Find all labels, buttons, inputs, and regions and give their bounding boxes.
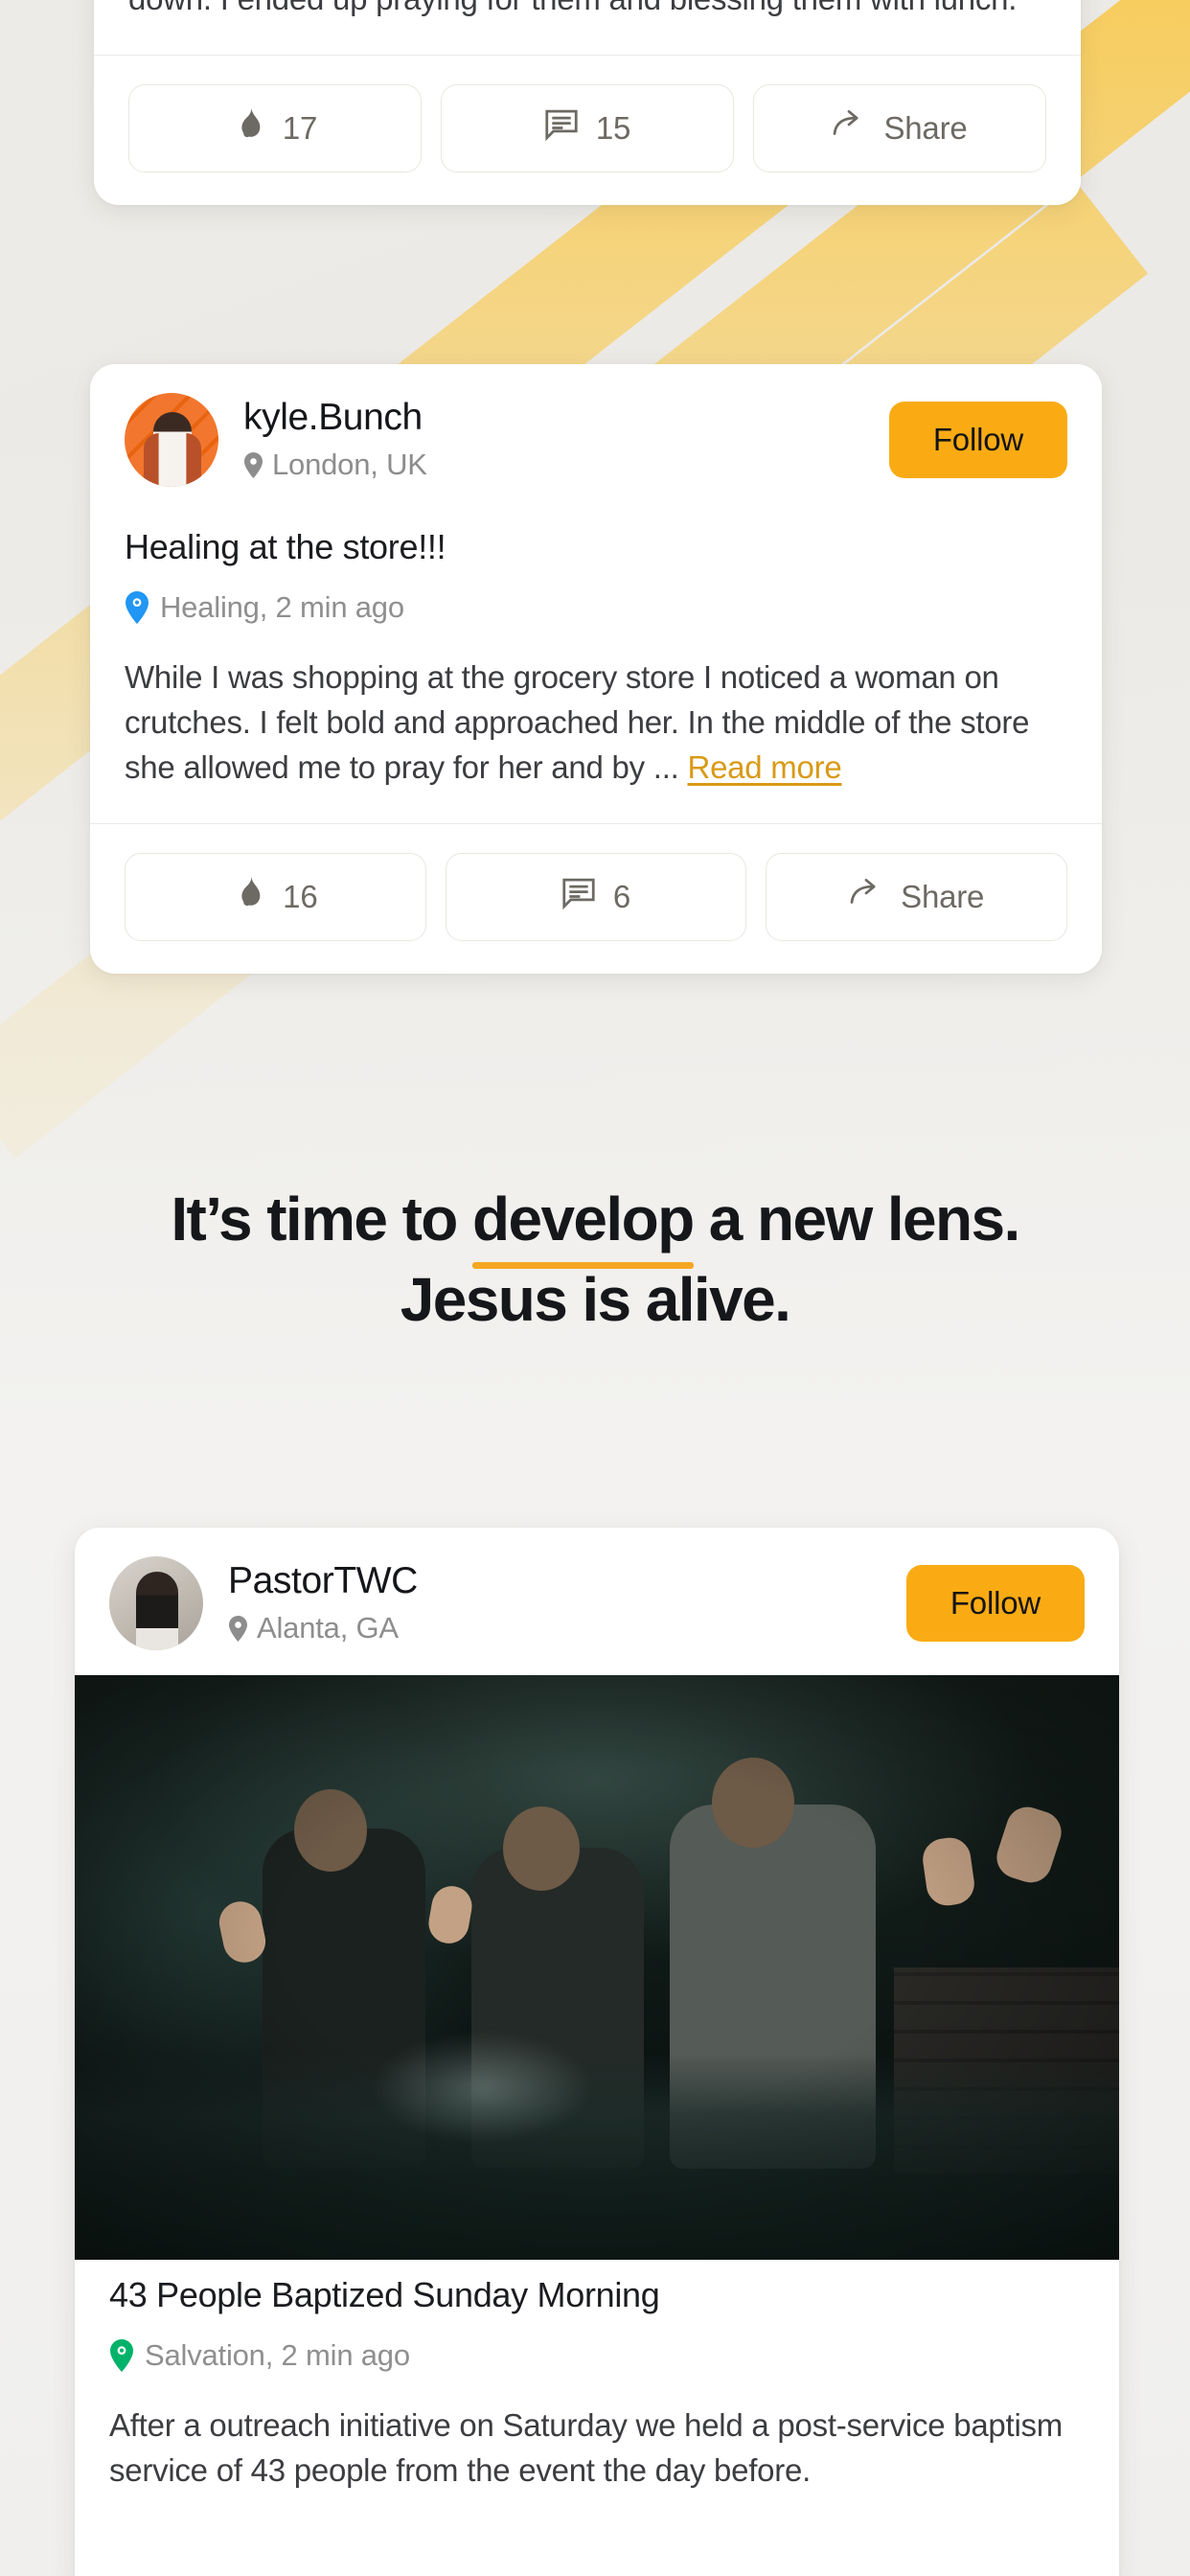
reactions-count: 16 bbox=[283, 878, 318, 914]
share-icon bbox=[849, 878, 883, 915]
post-author-block: PastorTWC Alanta, GA bbox=[228, 1560, 906, 1645]
follow-button[interactable]: Follow bbox=[905, 1565, 1085, 1642]
post-meta: Salvation, 2 min ago bbox=[109, 2338, 1085, 2373]
post-actions: 16 6 Share bbox=[90, 824, 1102, 974]
post-meta-label: Salvation, 2 min ago bbox=[145, 2338, 410, 2372]
post-meta: Healing, 2 min ago bbox=[125, 590, 1067, 625]
share-button[interactable]: Share bbox=[753, 83, 1046, 172]
baptism-photo[interactable] bbox=[75, 1675, 1119, 2260]
post-text: Today I attended a conference in St. Lou… bbox=[128, 0, 1046, 22]
author-location: London, UK bbox=[243, 448, 889, 482]
headline-text-after: a new lens. bbox=[693, 1184, 1020, 1254]
headline-line-1: It’s time to develop a new lens. bbox=[0, 1179, 1190, 1270]
post-text-body: While I was shopping at the grocery stor… bbox=[125, 659, 1030, 785]
post-card-kyle: kyle.Bunch London, UK Follow Healing at … bbox=[90, 364, 1102, 974]
share-label: Share bbox=[901, 878, 985, 914]
post-title: Healing at the store!!! bbox=[125, 527, 446, 566]
marketing-headline: It’s time to develop a new lens. Jesus i… bbox=[0, 1179, 1190, 1341]
comments-button[interactable]: 15 bbox=[441, 83, 734, 172]
headline-line-2: Jesus is alive. bbox=[400, 1265, 791, 1335]
post-card-pastor: PastorTWC Alanta, GA Follow 43 People Ba… bbox=[75, 1528, 1119, 2576]
post-body: 43 People Baptized Sunday Morning Salvat… bbox=[75, 2275, 1119, 2526]
author-location-label: London, UK bbox=[272, 447, 427, 481]
fire-icon bbox=[233, 106, 265, 150]
read-more-link[interactable]: Read more bbox=[687, 749, 841, 785]
post-header: kyle.Bunch London, UK Follow bbox=[90, 364, 1102, 512]
reactions-button[interactable]: 16 bbox=[125, 852, 426, 941]
post-title: 43 People Baptized Sunday Morning bbox=[109, 2275, 660, 2314]
share-icon bbox=[832, 109, 866, 147]
username[interactable]: PastorTWC bbox=[228, 1560, 906, 1602]
comments-button[interactable]: 6 bbox=[445, 852, 747, 941]
headline-text-before: It’s time to bbox=[171, 1184, 472, 1254]
avatar[interactable] bbox=[109, 1556, 203, 1650]
post-body: Healing at the store!!! Healing, 2 min a… bbox=[90, 527, 1102, 823]
post-actions: 17 15 Share bbox=[94, 56, 1081, 205]
comment-icon bbox=[544, 108, 579, 149]
reactions-count: 17 bbox=[282, 109, 318, 146]
map-pin-icon bbox=[125, 591, 149, 624]
app-screen: Today I attended a conference in St. Lou… bbox=[0, 0, 1190, 2576]
share-button[interactable]: Share bbox=[766, 852, 1068, 941]
post-body: Today I attended a conference in St. Lou… bbox=[94, 0, 1081, 55]
avatar[interactable] bbox=[125, 393, 218, 487]
author-location-label: Alanta, GA bbox=[257, 1610, 399, 1644]
reactions-button[interactable]: 17 bbox=[128, 83, 422, 172]
post-meta-label: Healing, 2 min ago bbox=[160, 590, 404, 624]
map-pin-icon bbox=[109, 2339, 134, 2372]
photo-vignette bbox=[75, 1675, 1119, 2260]
location-pin-icon bbox=[243, 451, 263, 479]
comment-icon bbox=[561, 877, 596, 917]
post-text: After a outreach initiative on Saturday … bbox=[109, 2407, 1064, 2488]
comments-count: 15 bbox=[595, 109, 631, 146]
location-pin-icon bbox=[228, 1615, 248, 1643]
author-location: Alanta, GA bbox=[228, 1611, 906, 1645]
share-label: Share bbox=[883, 109, 968, 146]
comments-count: 6 bbox=[612, 878, 631, 914]
post-header: PastorTWC Alanta, GA Follow bbox=[75, 1528, 1119, 1675]
post-text: While I was shopping at the grocery stor… bbox=[125, 656, 1067, 791]
username[interactable]: kyle.Bunch bbox=[243, 397, 889, 439]
post-card-conference: Today I attended a conference in St. Lou… bbox=[94, 0, 1081, 205]
post-author-block: kyle.Bunch London, UK bbox=[243, 397, 889, 482]
follow-button[interactable]: Follow bbox=[888, 402, 1067, 478]
fire-icon bbox=[233, 875, 265, 919]
headline-highlight: develop bbox=[471, 1179, 695, 1270]
